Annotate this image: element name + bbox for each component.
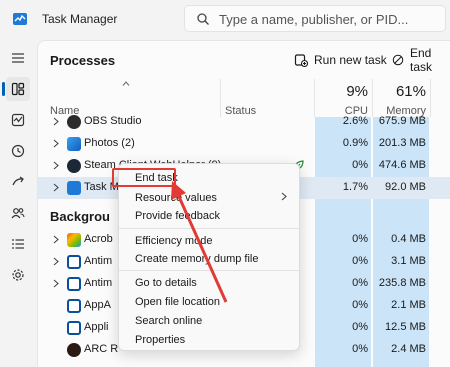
- menu-item-resource-values[interactable]: Resource values: [135, 192, 217, 204]
- window-app-icon: [67, 277, 81, 291]
- services-gear-icon: [12, 269, 24, 281]
- window-app-icon: [67, 299, 81, 313]
- memory-value: 12.5 MB: [385, 321, 426, 333]
- menu-item-create-dump[interactable]: Create memory dump file: [135, 253, 259, 265]
- details-list-icon: [12, 239, 24, 249]
- menu-item-go-to-details[interactable]: Go to details: [135, 277, 197, 289]
- process-name: Appli: [84, 321, 109, 333]
- cpu-value: 0%: [352, 255, 368, 267]
- memory-value: 2.1 MB: [391, 299, 426, 311]
- history-icon: [11, 144, 25, 158]
- window-app-icon: [67, 255, 81, 269]
- run-task-icon: [294, 54, 308, 67]
- expand-chevron-icon[interactable]: [53, 117, 59, 126]
- cpu-value: 1.7%: [342, 181, 368, 193]
- window-title: Task Manager: [42, 12, 118, 26]
- cpu-value: 0%: [352, 343, 368, 355]
- nav-app-history[interactable]: [6, 139, 30, 163]
- sort-chevron-up-icon[interactable]: [122, 81, 130, 86]
- nav-users[interactable]: [6, 201, 30, 225]
- startup-icon: [12, 176, 24, 186]
- menu-item-search-online[interactable]: Search online: [135, 315, 202, 327]
- performance-icon: [11, 113, 25, 127]
- expand-chevron-icon[interactable]: [53, 279, 59, 288]
- nav-processes[interactable]: [2, 77, 30, 101]
- group-header-background: Backgrou: [50, 209, 110, 224]
- expand-chevron-icon[interactable]: [53, 257, 59, 266]
- menu-item-provide-feedback[interactable]: Provide feedback: [135, 210, 220, 222]
- memory-value: 92.0 MB: [385, 181, 426, 193]
- process-name: AppA: [84, 299, 111, 311]
- menu-item-efficiency-mode[interactable]: Efficiency mode: [135, 235, 212, 247]
- cpu-value: 2.6%: [342, 115, 368, 127]
- memory-value: 474.6 MB: [378, 159, 426, 171]
- arc-app-icon: [67, 343, 81, 357]
- hamburger-icon: [12, 53, 24, 63]
- memory-value: 2.4 MB: [391, 343, 426, 355]
- steam-icon: [67, 159, 81, 173]
- expand-chevron-icon[interactable]: [53, 235, 59, 244]
- menu-item-properties[interactable]: Properties: [135, 334, 185, 346]
- end-task-toolbar-button[interactable]: End task: [392, 46, 450, 74]
- title-bar: Task Manager: [0, 0, 450, 38]
- process-name: ARC R: [84, 343, 119, 355]
- expand-chevron-icon[interactable]: [53, 139, 59, 148]
- memory-value: 235.8 MB: [378, 277, 426, 289]
- hamburger-menu-button[interactable]: [6, 46, 30, 70]
- acrobat-icon: [67, 233, 81, 247]
- cpu-value: 0%: [352, 233, 368, 245]
- nav-performance[interactable]: [6, 108, 30, 132]
- menu-separator: [119, 270, 299, 271]
- cpu-value: 0.9%: [342, 137, 368, 149]
- process-name: Photos (2): [84, 137, 135, 149]
- menu-item-open-file-location[interactable]: Open file location: [135, 296, 220, 308]
- process-name: OBS Studio: [84, 115, 142, 127]
- nav-rail: [0, 38, 36, 367]
- cpu-value: 0%: [352, 277, 368, 289]
- task-manager-icon: [13, 13, 27, 25]
- nav-startup-apps[interactable]: [6, 170, 30, 194]
- table-row[interactable]: Photos (2) 0.9% 201.3 MB: [38, 133, 450, 155]
- page-title: Processes: [50, 53, 116, 68]
- table-row[interactable]: OBS Studio 2.6% 675.9 MB: [38, 111, 450, 133]
- highlight-box: [112, 168, 176, 187]
- cpu-total[interactable]: 9%: [314, 83, 368, 100]
- memory-value: 3.1 MB: [391, 255, 426, 267]
- menu-separator: [119, 228, 299, 229]
- search-input[interactable]: [219, 9, 439, 29]
- cpu-value: 0%: [352, 299, 368, 311]
- expand-chevron-icon[interactable]: [53, 161, 59, 170]
- end-task-label: End task: [410, 46, 433, 74]
- run-new-task-label: Run new task: [314, 53, 387, 67]
- end-task-icon: [392, 54, 404, 66]
- users-icon: [11, 208, 25, 219]
- process-name: Antim: [84, 277, 113, 289]
- process-name: Antim: [84, 255, 113, 267]
- nav-details[interactable]: [6, 232, 30, 256]
- memory-value: 0.4 MB: [391, 233, 426, 245]
- search-box[interactable]: [184, 5, 446, 32]
- cpu-value: 0%: [352, 321, 368, 333]
- process-name: Acrob: [84, 233, 113, 245]
- task-manager-app-icon: [67, 181, 81, 195]
- submenu-chevron-icon: [281, 192, 287, 201]
- cpu-value: 0%: [352, 159, 368, 171]
- window-app-icon: [67, 321, 81, 335]
- memory-total[interactable]: 61%: [372, 83, 426, 100]
- nav-services[interactable]: [6, 263, 30, 287]
- context-menu: End task Resource values Provide feedbac…: [118, 163, 300, 351]
- photos-app-icon: [67, 137, 81, 151]
- search-icon: [197, 13, 209, 25]
- obs-studio-icon: [67, 115, 81, 129]
- memory-value: 201.3 MB: [378, 137, 426, 149]
- expand-chevron-icon[interactable]: [53, 183, 59, 192]
- memory-value: 675.9 MB: [378, 115, 426, 127]
- run-new-task-button[interactable]: Run new task: [294, 49, 387, 71]
- processes-icon: [11, 82, 25, 96]
